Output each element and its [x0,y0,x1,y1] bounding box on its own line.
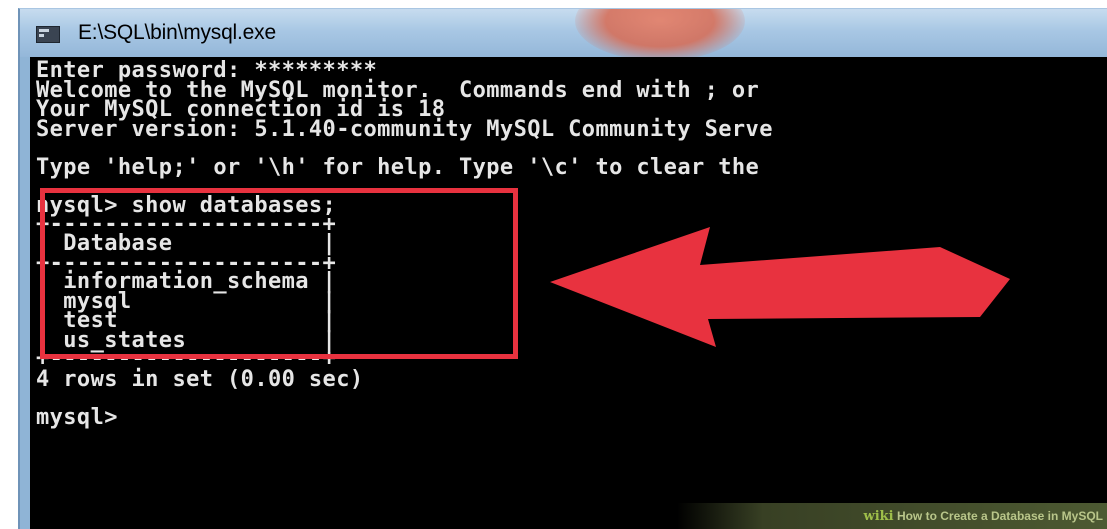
console-line: Server version: 5.1.40-community MySQL C… [36,117,773,142]
left-arrow-icon [550,227,1010,347]
console-icon[interactable] [36,26,60,43]
console-window: E:\SQL\bin\mysql.exe Enter password: ***… [18,8,1107,529]
title-bar-glow [575,9,745,61]
watermark: wiki How to Create a Database in MySQL [677,503,1107,529]
watermark-text: How to Create a Database in MySQL [896,509,1103,523]
console-line: mysql> [36,405,118,430]
highlight-box [40,188,518,359]
title-bar[interactable]: E:\SQL\bin\mysql.exe [20,9,1107,61]
window-title: E:\SQL\bin\mysql.exe [78,21,276,44]
console-output[interactable]: Enter password: ********* Welcome to the… [30,57,1107,529]
console-line: Type 'help;' or '\h' for help. Type '\c'… [36,155,760,180]
watermark-brand: wiki [863,509,894,524]
console-line: 4 rows in set (0.00 sec) [36,367,364,392]
